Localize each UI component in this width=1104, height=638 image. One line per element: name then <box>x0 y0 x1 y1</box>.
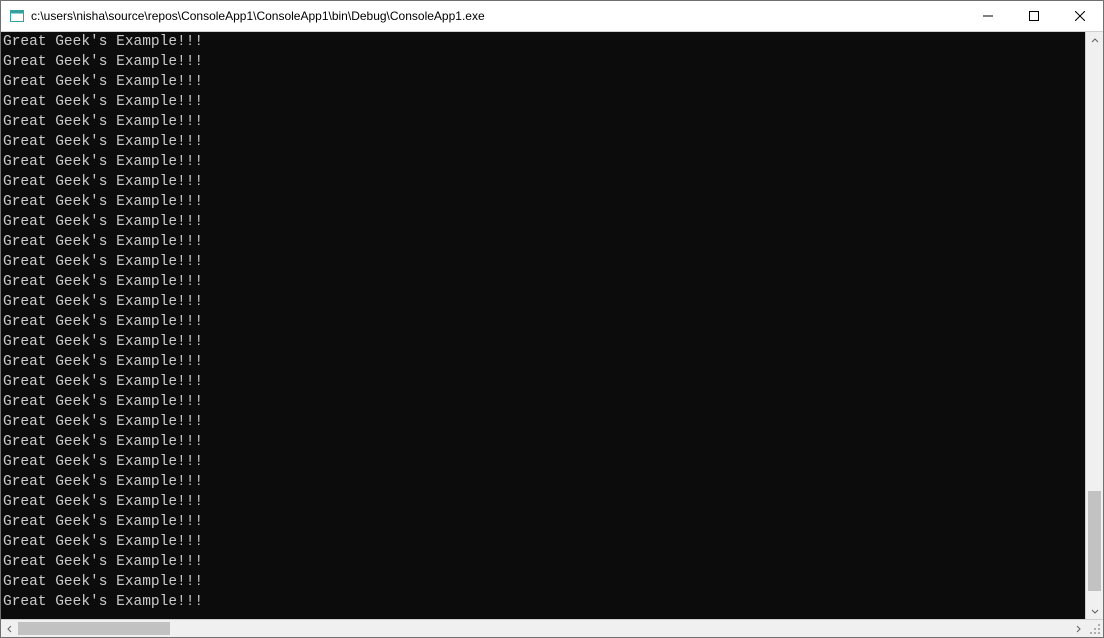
resize-grip[interactable] <box>1086 620 1103 637</box>
vertical-scroll-track[interactable] <box>1086 49 1103 602</box>
minimize-button[interactable] <box>965 1 1011 31</box>
scroll-left-arrow-icon[interactable] <box>1 620 18 637</box>
vertical-scrollbar[interactable] <box>1085 32 1103 619</box>
scroll-right-arrow-icon[interactable] <box>1069 620 1086 637</box>
scroll-down-arrow-icon[interactable] <box>1086 602 1103 619</box>
vertical-scroll-thumb[interactable] <box>1088 491 1101 591</box>
app-icon <box>9 8 25 24</box>
console-output[interactable]: Great Geek's Example!!! Great Geek's Exa… <box>1 32 1085 619</box>
console-row: Great Geek's Example!!! Great Geek's Exa… <box>1 32 1103 619</box>
maximize-button[interactable] <box>1011 1 1057 31</box>
scroll-up-arrow-icon[interactable] <box>1086 32 1103 49</box>
horizontal-scroll-track[interactable] <box>18 620 1069 637</box>
window-title: c:\users\nisha\source\repos\ConsoleApp1\… <box>31 9 965 23</box>
horizontal-scrollbar[interactable] <box>1 619 1103 637</box>
console-window: c:\users\nisha\source\repos\ConsoleApp1\… <box>0 0 1104 638</box>
titlebar[interactable]: c:\users\nisha\source\repos\ConsoleApp1\… <box>1 1 1103 32</box>
horizontal-scroll-thumb[interactable] <box>18 622 170 635</box>
window-controls <box>965 1 1103 31</box>
client-area: Great Geek's Example!!! Great Geek's Exa… <box>1 32 1103 637</box>
close-button[interactable] <box>1057 1 1103 31</box>
